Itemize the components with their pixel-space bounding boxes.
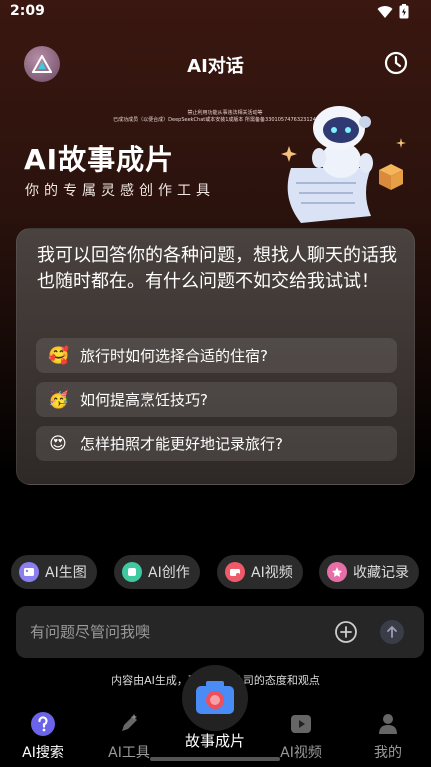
robot-illustration [281,106,406,223]
creation-icon [122,562,142,582]
banner-title: AI故事成片 [24,143,175,176]
page-title: AI对话 [187,56,244,77]
chat-intro-text: 我可以回答你的各种问题，想找人聊天的话我也随时都在。有什么问题不如交给我试试！ [37,245,397,292]
history-button[interactable] [383,50,409,76]
suggestion-item[interactable]: 🥰 旅行时如何选择合适的住宿? [36,338,397,373]
chat-input[interactable] [30,619,320,645]
status-icons [377,4,409,19]
status-bar: 2:09 [0,0,431,26]
nav-label: 我的 [374,745,402,761]
play-icon [287,710,315,738]
chip-ai-creation[interactable]: AI创作 [114,555,200,589]
status-time: 2:09 [10,3,45,19]
image-gen-icon [19,562,39,582]
user-icon [374,710,402,738]
nav-label: AI搜索 [22,745,64,761]
battery-icon [399,4,409,19]
nav-ai-video[interactable]: AI视频 [266,710,336,762]
suggestion-text: 旅行时如何选择合适的住宿? [80,347,268,365]
bottom-nav: AI搜索 AI工具 故事成片 AI视频 我的 [0,665,431,767]
suggestion-text: 如何提高烹饪技巧? [80,391,208,409]
suggestion-item[interactable]: 🥳 如何提高烹饪技巧? [36,382,397,417]
video-icon [225,562,245,582]
chip-label: AI生图 [45,565,87,581]
home-indicator[interactable] [150,757,280,761]
heart-eyes-face-icon: 😍 [49,433,67,454]
banner-subtitle: 你的专属灵感创作工具 [25,183,215,199]
nav-ai-search[interactable]: AI搜索 [8,710,78,762]
pen-icon [115,710,143,738]
nav-label[interactable]: 故事成片 [165,730,265,751]
chat-card: 我可以回答你的各种问题，想找人聊天的话我也随时都在。有什么问题不如交给我试试！ … [16,228,415,485]
party-face-icon: 🥳 [48,389,70,410]
wifi-icon [377,5,393,18]
chip-ai-video[interactable]: AI视频 [217,555,303,589]
suggestion-item[interactable]: 😍 怎样拍照才能更好地记录旅行? [36,426,397,461]
chip-label: AI视频 [251,565,293,581]
smiling-face-icon: 🥰 [48,345,70,366]
star-icon [327,562,347,582]
chip-favorites[interactable]: 收藏记录 [319,555,419,589]
chip-label: AI创作 [148,565,190,581]
nav-ai-tools[interactable]: AI工具 [94,710,164,762]
story-video-button[interactable] [182,665,248,731]
arrow-up-icon [387,626,397,638]
quick-actions: AI生图 AI创作 AI视频 收藏记录 [0,555,431,589]
chip-ai-image[interactable]: AI生图 [11,555,97,589]
nav-profile[interactable]: 我的 [353,710,423,762]
add-button[interactable] [334,620,358,644]
camera-icon [196,681,234,714]
chat-input-box [16,606,424,658]
header: AI对话 [0,44,431,84]
plus-circle-icon [335,621,357,643]
send-button[interactable] [380,620,404,644]
question-icon [29,710,57,738]
clock-icon [384,51,408,75]
chip-label: 收藏记录 [353,565,409,581]
suggestion-text: 怎样拍照才能更好地记录旅行? [80,435,283,453]
banner[interactable]: 禁止利用功能从事违法相关活动等 已成功成员（以便合成）DeepSeekChat或… [0,96,431,236]
